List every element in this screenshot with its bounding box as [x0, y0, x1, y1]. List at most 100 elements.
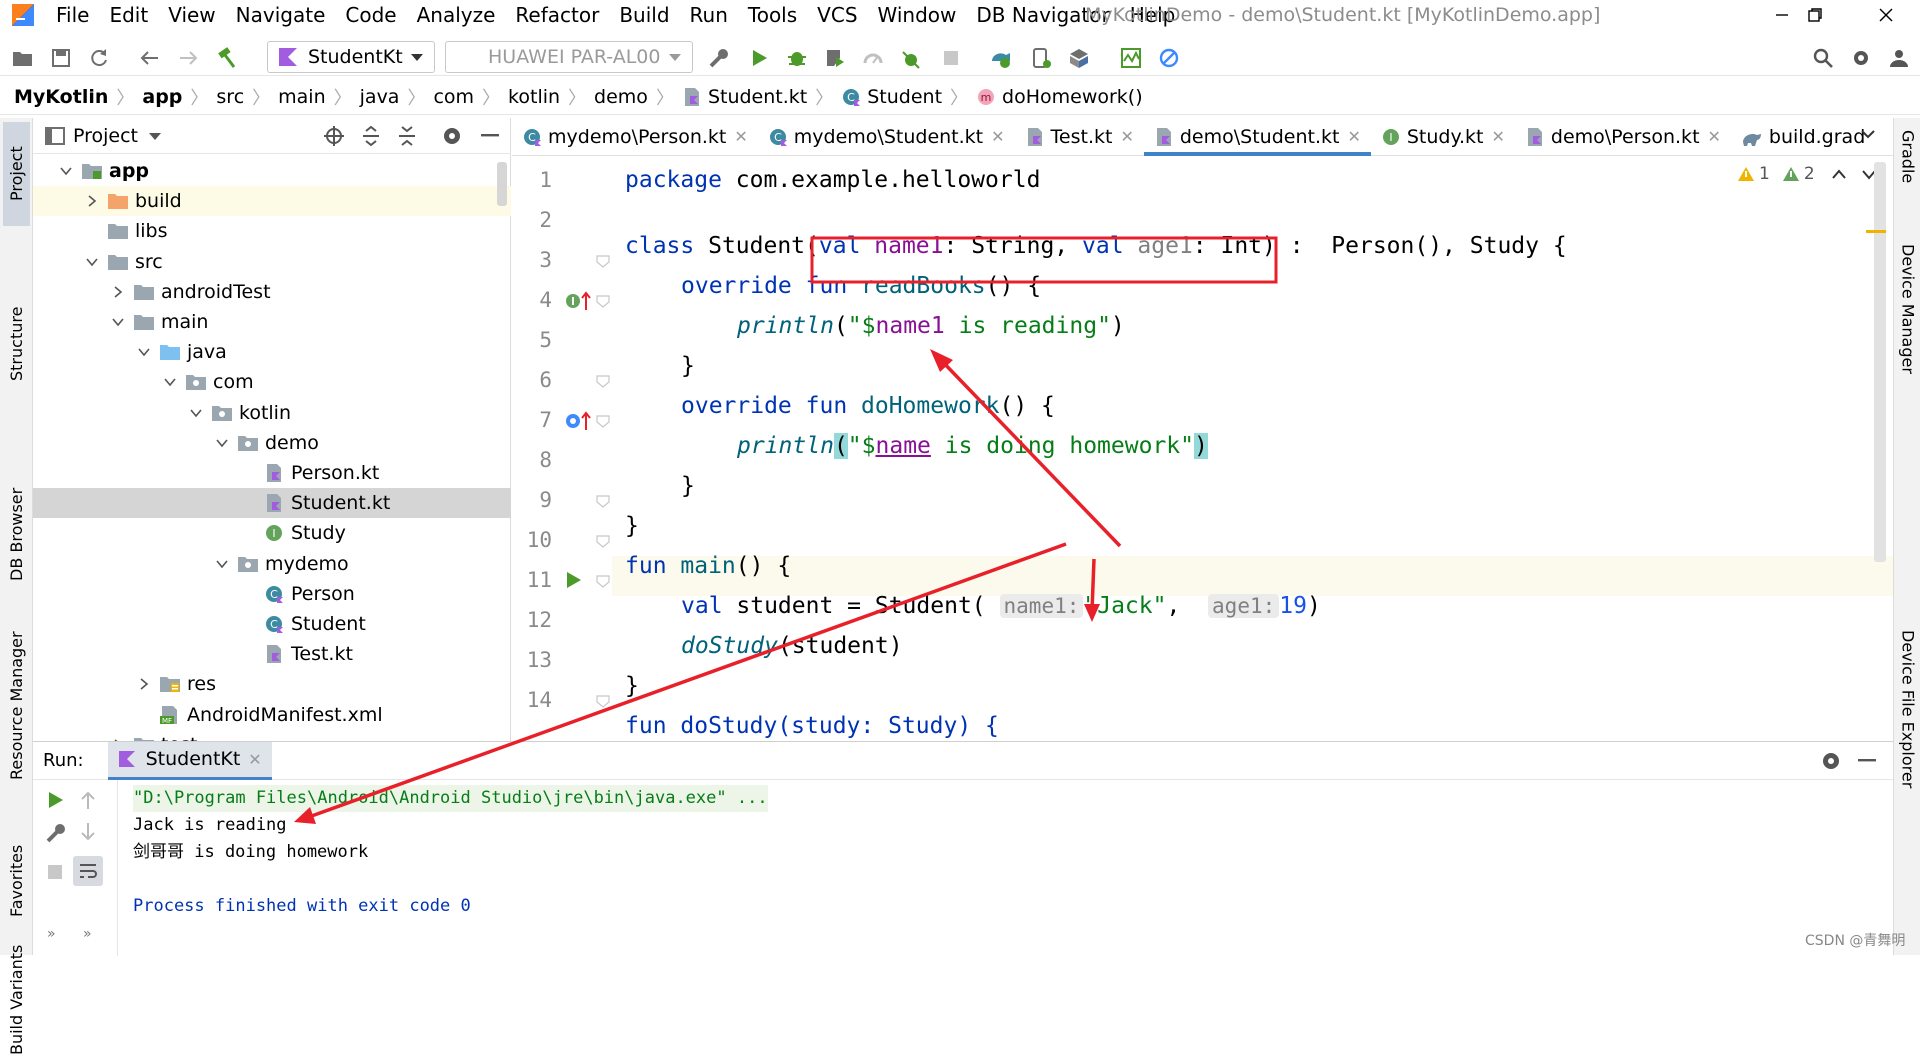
chevron-down-icon[interactable]	[109, 313, 127, 331]
fold-marker-icon[interactable]	[595, 414, 611, 428]
code-line-14[interactable]: }	[625, 666, 639, 706]
menu-analyze[interactable]: Analyze	[407, 0, 506, 30]
open-folder-icon[interactable]	[10, 45, 36, 71]
menu-navigate[interactable]: Navigate	[226, 0, 336, 30]
chevron-right-icon[interactable]	[83, 192, 101, 210]
device-manager-icon[interactable]	[1028, 45, 1054, 71]
more-actions-icon[interactable]: »	[83, 926, 92, 942]
tree-item[interactable]: src	[33, 247, 511, 277]
editor-tab[interactable]: Test.kt ✕	[1015, 118, 1144, 155]
breadcrumb-item[interactable]: app 〉	[142, 84, 216, 110]
locate-crosshair-icon[interactable]	[323, 125, 345, 147]
tree-item[interactable]: androidTest	[33, 277, 511, 307]
breadcrumb-item[interactable]: C Student 〉	[841, 84, 976, 110]
profile-icon[interactable]	[860, 45, 886, 71]
restore-button[interactable]	[1785, 0, 1845, 30]
build-hammer-icon[interactable]	[214, 45, 240, 71]
run-tab-studentkt[interactable]: StudentKt ✕	[107, 741, 272, 780]
tree-item[interactable]: C Student	[33, 609, 511, 639]
gradle-sync-icon[interactable]	[988, 45, 1014, 71]
tool-tab-project[interactable]: Project	[3, 122, 30, 226]
search-icon[interactable]	[1810, 45, 1836, 71]
code-line-15[interactable]: fun doStudy(study: Study) {	[625, 706, 999, 741]
sdk-manager-icon[interactable]	[1066, 45, 1092, 71]
menu-tools[interactable]: Tools	[738, 0, 807, 30]
code-line-4[interactable]: override fun readBooks() {	[681, 266, 1041, 306]
implements-marker-icon[interactable]	[564, 290, 592, 312]
settings-gear-icon[interactable]	[1848, 45, 1874, 71]
panel-settings-gear-icon[interactable]	[441, 125, 463, 147]
close-tab-icon[interactable]: ✕	[1708, 127, 1721, 146]
fold-marker-icon[interactable]	[595, 574, 611, 588]
menu-view[interactable]: View	[158, 0, 225, 30]
chevron-right-icon[interactable]	[109, 283, 127, 301]
breadcrumb-item[interactable]: com 〉	[433, 84, 508, 110]
close-tab-icon[interactable]: ✕	[991, 127, 1004, 146]
fold-marker-icon[interactable]	[595, 694, 611, 708]
wrench-icon[interactable]	[706, 45, 732, 71]
soft-wrap-icon[interactable]	[73, 856, 103, 886]
tool-tab-gradle[interactable]: Gradle	[1896, 130, 1920, 226]
editor-tab[interactable]: I Study.kt ✕	[1371, 118, 1515, 155]
hide-run-panel-icon[interactable]	[1858, 759, 1876, 763]
sync-icon[interactable]	[86, 45, 112, 71]
expand-all-icon[interactable]	[361, 125, 381, 147]
device-dropdown[interactable]: HUAWEI PAR-AL00	[445, 41, 693, 73]
breadcrumb-item[interactable]: demo 〉	[594, 84, 682, 110]
chevron-right-icon[interactable]	[135, 675, 153, 693]
tool-tab-build-variants[interactable]: Build Variants	[3, 936, 30, 1064]
code-line-3[interactable]: class Student(val name1: String, val age…	[625, 226, 1567, 266]
back-icon[interactable]	[136, 45, 162, 71]
breadcrumb-item[interactable]: src 〉	[216, 84, 278, 110]
hide-panel-icon[interactable]	[481, 133, 499, 138]
rerun-icon[interactable]	[45, 790, 65, 810]
editor-scrollbar[interactable]	[1874, 162, 1886, 562]
editor-tab[interactable]: demo\Student.kt ✕	[1143, 118, 1371, 156]
collapse-all-icon[interactable]	[397, 125, 417, 147]
menu-edit[interactable]: Edit	[99, 0, 158, 30]
menu-code[interactable]: Code	[335, 0, 406, 30]
code-line-12[interactable]: val student = Student( name1: "Jack", age…	[681, 586, 1321, 626]
fold-marker-icon[interactable]	[595, 494, 611, 508]
breadcrumb-item[interactable]: main 〉	[278, 84, 359, 110]
code-line-6[interactable]: }	[681, 346, 695, 386]
tree-item[interactable]: I Study	[33, 518, 511, 548]
tree-item[interactable]: Person.kt	[33, 458, 511, 488]
tool-tab-favorites[interactable]: Favorites	[3, 828, 30, 934]
prev-highlight-icon[interactable]	[1831, 168, 1847, 180]
run-config-dropdown[interactable]: StudentKt	[267, 41, 435, 73]
tree-item[interactable]: res	[33, 669, 511, 699]
code-line-11[interactable]: fun main() {	[625, 546, 791, 586]
fold-marker-icon[interactable]	[595, 294, 611, 308]
inspection-widget[interactable]: 1 2	[1737, 164, 1877, 184]
code-line-13[interactable]: doStudy(student)	[681, 626, 903, 666]
chevron-down-icon[interactable]	[187, 404, 205, 422]
project-panel-title[interactable]: Project	[73, 125, 138, 147]
editor-tab[interactable]: Cmydemo\Person.kt ✕	[512, 118, 758, 155]
chevron-down-icon[interactable]	[135, 343, 153, 361]
menu-file[interactable]: File	[46, 0, 99, 30]
tree-item[interactable]: main	[33, 307, 511, 337]
menu-build[interactable]: Build	[609, 0, 679, 30]
attach-debugger-icon[interactable]	[898, 45, 924, 71]
wrench-icon[interactable]	[45, 822, 67, 844]
fold-marker-icon[interactable]	[595, 254, 611, 268]
tree-item[interactable]: Student.kt	[33, 488, 511, 519]
chevron-down-icon[interactable]	[161, 373, 179, 391]
run-gutter-icon[interactable]	[564, 570, 584, 590]
tool-tab-device-file-explorer[interactable]: Device File Explorer	[1896, 630, 1920, 930]
warning-stripe[interactable]	[1866, 230, 1886, 233]
tree-item[interactable]: kotlin	[33, 398, 511, 428]
menu-vcs[interactable]: VCS	[807, 0, 867, 30]
breadcrumb-item[interactable]: Student.kt 〉	[682, 84, 841, 110]
scroll-up-icon[interactable]	[79, 790, 97, 810]
chevron-down-icon[interactable]	[213, 434, 231, 452]
code-line-1[interactable]: package com.example.helloworld	[625, 160, 1040, 200]
tree-item[interactable]: C Person	[33, 579, 511, 609]
scroll-down-icon[interactable]	[79, 822, 97, 842]
overrides-marker-icon[interactable]	[564, 410, 592, 432]
code-line-9[interactable]: }	[681, 466, 695, 506]
tool-tab-resource-manager[interactable]: Resource Manager	[3, 604, 30, 808]
user-avatar-icon[interactable]	[1886, 45, 1912, 71]
tree-item[interactable]: MF AndroidManifest.xml	[33, 700, 511, 730]
